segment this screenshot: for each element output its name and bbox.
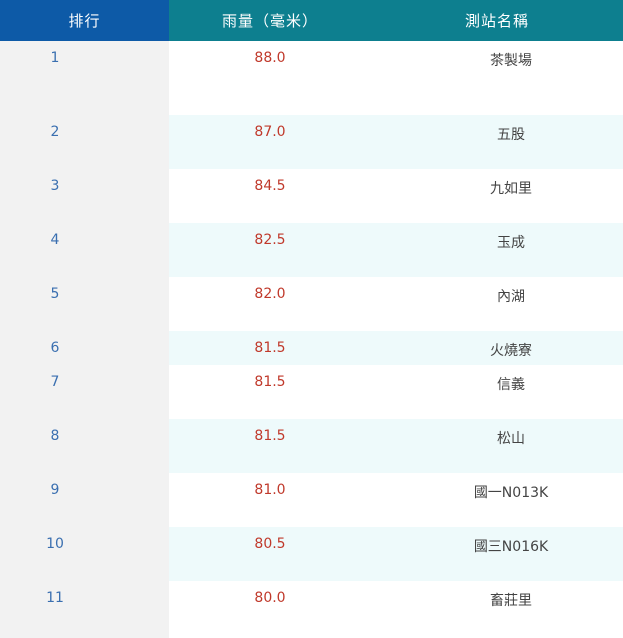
- rainfall-ranking-table: 排行 雨量（毫米） 測站名稱 1 88.0 茶製場 2 87.0 五股 3 84…: [0, 0, 623, 638]
- rainfall-cell: 82.0: [169, 277, 371, 331]
- table-row: 5 82.0 內湖: [0, 277, 623, 331]
- rank-cell: 11: [0, 581, 110, 638]
- table-row: 9 81.0 國一N013K: [0, 473, 623, 527]
- rank-spacer: [110, 169, 169, 223]
- station-cell: 國一N013K: [371, 473, 623, 527]
- rank-cell: 3: [0, 169, 110, 223]
- station-cell: 玉成: [371, 223, 623, 277]
- rainfall-cell: 80.0: [169, 581, 371, 638]
- table-row: 10 80.5 國三N016K: [0, 527, 623, 581]
- station-cell: 茶製場: [371, 41, 623, 115]
- rank-cell: 7: [0, 365, 110, 419]
- rank-spacer: [110, 473, 169, 527]
- station-cell: 畜莊里: [371, 581, 623, 638]
- rainfall-cell: 88.0: [169, 41, 371, 115]
- rank-cell: 8: [0, 419, 110, 473]
- table-row: 1 88.0 茶製場: [0, 41, 623, 115]
- rank-cell: 9: [0, 473, 110, 527]
- rank-cell: 1: [0, 41, 110, 115]
- table-row: 7 81.5 信義: [0, 365, 623, 419]
- rank-spacer: [110, 277, 169, 331]
- rank-cell: 6: [0, 331, 110, 365]
- rainfall-cell: 82.5: [169, 223, 371, 277]
- station-cell: 松山: [371, 419, 623, 473]
- table-row: 2 87.0 五股: [0, 115, 623, 169]
- rainfall-cell: 80.5: [169, 527, 371, 581]
- rank-cell: 2: [0, 115, 110, 169]
- rank-cell: 5: [0, 277, 110, 331]
- table-row: 8 81.5 松山: [0, 419, 623, 473]
- table-row: 3 84.5 九如里: [0, 169, 623, 223]
- station-cell: 火燒寮: [371, 331, 623, 365]
- table-row: 4 82.5 玉成: [0, 223, 623, 277]
- rainfall-cell: 81.0: [169, 473, 371, 527]
- header-station[interactable]: 測站名稱: [371, 0, 623, 41]
- table-row: 11 80.0 畜莊里: [0, 581, 623, 638]
- rainfall-cell: 81.5: [169, 331, 371, 365]
- rank-spacer: [110, 527, 169, 581]
- header-rainfall[interactable]: 雨量（毫米）: [169, 0, 371, 41]
- rainfall-cell: 81.5: [169, 419, 371, 473]
- rank-spacer: [110, 419, 169, 473]
- table-header: 排行 雨量（毫米） 測站名稱: [0, 0, 623, 41]
- header-rank[interactable]: 排行: [0, 0, 169, 41]
- rank-spacer: [110, 365, 169, 419]
- rainfall-cell: 81.5: [169, 365, 371, 419]
- station-cell: 國三N016K: [371, 527, 623, 581]
- rank-spacer: [110, 41, 169, 115]
- station-cell: 信義: [371, 365, 623, 419]
- rank-spacer: [110, 331, 169, 365]
- rainfall-cell: 87.0: [169, 115, 371, 169]
- rank-spacer: [110, 581, 169, 638]
- station-cell: 九如里: [371, 169, 623, 223]
- rank-cell: 4: [0, 223, 110, 277]
- rainfall-cell: 84.5: [169, 169, 371, 223]
- rank-spacer: [110, 115, 169, 169]
- rank-spacer: [110, 223, 169, 277]
- station-cell: 內湖: [371, 277, 623, 331]
- station-cell: 五股: [371, 115, 623, 169]
- table-row: 6 81.5 火燒寮: [0, 331, 623, 365]
- rank-cell: 10: [0, 527, 110, 581]
